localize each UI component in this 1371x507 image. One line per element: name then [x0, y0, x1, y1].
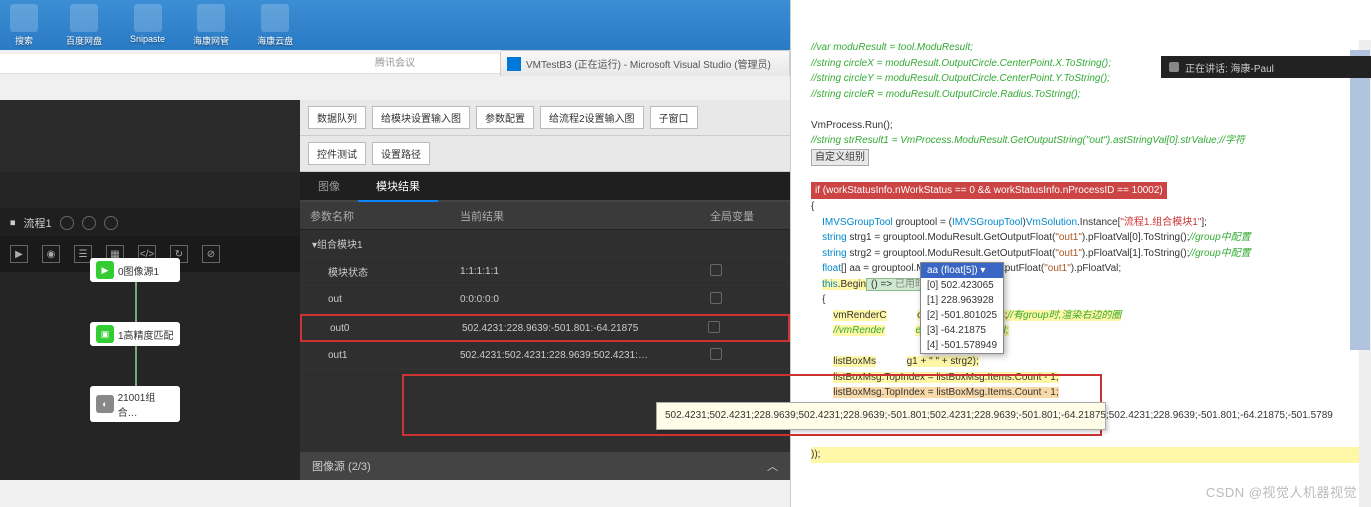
breakpoint-condition: if (workStatusInfo.nWorkStatus == 0 && w…	[811, 182, 1167, 200]
play-icon[interactable]	[60, 216, 74, 230]
chevron-up-icon[interactable]: ︿	[767, 458, 778, 474]
result-tabs: 图像 模块结果	[300, 172, 790, 202]
vs-window-tab[interactable]: VMTestB3 (正在运行) - Microsoft Visual Studi…	[500, 50, 790, 76]
node-status-icon: ◐	[96, 395, 114, 413]
table-row[interactable]: out1502.4231:502.4231:228.9639:502.4231:…	[300, 342, 790, 370]
result-panel: 图像 模块结果 参数名称 当前结果 全局变量 ▾组合模块1 模块状态1:1:1:…	[300, 172, 790, 480]
flow-node-group[interactable]: ◐21001组合…	[90, 386, 180, 422]
loop-icon[interactable]	[82, 216, 96, 230]
intellisense-item[interactable]: [3] -64.21875	[921, 323, 1003, 338]
value-tooltip: 502.4231;502.4231;228.9639;502.4231;228.…	[656, 402, 1106, 430]
flow-header: ⏹ 流程1	[0, 208, 300, 238]
desktop-icon[interactable]: 海康云盘	[257, 4, 293, 47]
intellisense-item[interactable]: [2] -501.801025	[921, 308, 1003, 323]
link-icon[interactable]	[710, 264, 722, 276]
tab-module-result[interactable]: 模块结果	[358, 172, 438, 202]
flow-node-match[interactable]: ▣1高精度匹配	[90, 322, 180, 346]
th-global-var: 全局变量	[700, 202, 790, 229]
th-current-result: 当前结果	[450, 202, 700, 229]
intellisense-popup[interactable]: aa (float[5]) ▾ [0] 502.423065 [1] 228.9…	[920, 262, 1004, 354]
flow-panel: ▶ ◉ ☰ ▦ </> ↻ ⊘ ⏹ 流程1 ▶0图像源1 ▣1高精度匹配 ◐21…	[0, 172, 300, 480]
desktop-icons: 搜索 百度网盘 Snipaste 海康网管 海康云盘	[10, 4, 293, 47]
btn-set-module-input[interactable]: 给模块设置输入图	[372, 106, 470, 129]
stop-icon[interactable]: ⏹	[10, 217, 16, 230]
intellisense-header: aa (float[5]) ▾	[921, 263, 1003, 278]
table-row[interactable]: 模块状态1:1:1:1:1	[300, 258, 790, 286]
desktop-icon[interactable]: 百度网盘	[66, 4, 102, 47]
mic-icon	[1169, 62, 1179, 72]
main-pane: ▶ ◉ ☰ ▦ </> ↻ ⊘ ⏹ 流程1 ▶0图像源1 ▣1高精度匹配 ◐21…	[0, 172, 790, 480]
th-param-name: 参数名称	[300, 202, 450, 229]
node-status-icon: ▶	[96, 261, 114, 279]
btn-child-window[interactable]: 子窗口	[650, 106, 698, 129]
node-status-icon: ▣	[96, 325, 114, 343]
desktop-icon[interactable]: 搜索	[10, 4, 38, 47]
desktop-icon[interactable]: Snipaste	[130, 4, 165, 47]
tab-image[interactable]: 图像	[300, 172, 358, 200]
vs-window-title: VMTestB3 (正在运行) - Microsoft Visual Studi…	[526, 56, 771, 71]
toolbar-row-1: 数据队列 给模块设置输入图 参数配置 给流程2设置输入图 子窗口	[300, 100, 790, 136]
result-table-head: 参数名称 当前结果 全局变量	[300, 202, 790, 230]
watermark: CSDN @视觉人机器视觉	[1206, 482, 1357, 501]
desktop-icon[interactable]: 海康网管	[193, 4, 229, 47]
btn-param-config[interactable]: 参数配置	[476, 106, 534, 129]
table-row-selected[interactable]: out0502.4231:228.9639:-501.801:-64.21875	[300, 314, 790, 342]
table-row[interactable]: out0:0:0:0:0	[300, 286, 790, 314]
btn-set-path[interactable]: 设置路径	[372, 142, 430, 165]
speaker-indicator: 正在讲话: 海康-Paul	[1161, 56, 1371, 78]
btn-control-test[interactable]: 控件测试	[308, 142, 366, 165]
more-icon[interactable]	[104, 216, 118, 230]
flow-canvas[interactable]: ▶0图像源1 ▣1高精度匹配 ◐21001组合…	[0, 238, 300, 480]
link-icon[interactable]	[710, 348, 722, 360]
link-icon[interactable]	[708, 321, 720, 333]
intellisense-item[interactable]: [4] -501.578949	[921, 338, 1003, 353]
btn-data-queue[interactable]: 数据队列	[308, 106, 366, 129]
flow-node-image-source[interactable]: ▶0图像源1	[90, 258, 180, 282]
intellisense-item[interactable]: [1] 228.963928	[921, 293, 1003, 308]
btn-set-flow2-input[interactable]: 给流程2设置输入图	[540, 106, 644, 129]
intellisense-item[interactable]: [0] 502.423065	[921, 278, 1003, 293]
flow-title: 流程1	[24, 215, 52, 231]
image-source-bar[interactable]: 图像源 (2/3) ︿	[300, 452, 790, 480]
table-row[interactable]: ▾组合模块1	[300, 230, 790, 258]
vs-icon	[507, 57, 521, 71]
scrollbar-thumb[interactable]	[1350, 50, 1370, 350]
scrollbar[interactable]	[1359, 40, 1371, 507]
link-icon[interactable]	[710, 292, 722, 304]
toolbar-row-2: 控件测试 设置路径	[300, 136, 790, 172]
